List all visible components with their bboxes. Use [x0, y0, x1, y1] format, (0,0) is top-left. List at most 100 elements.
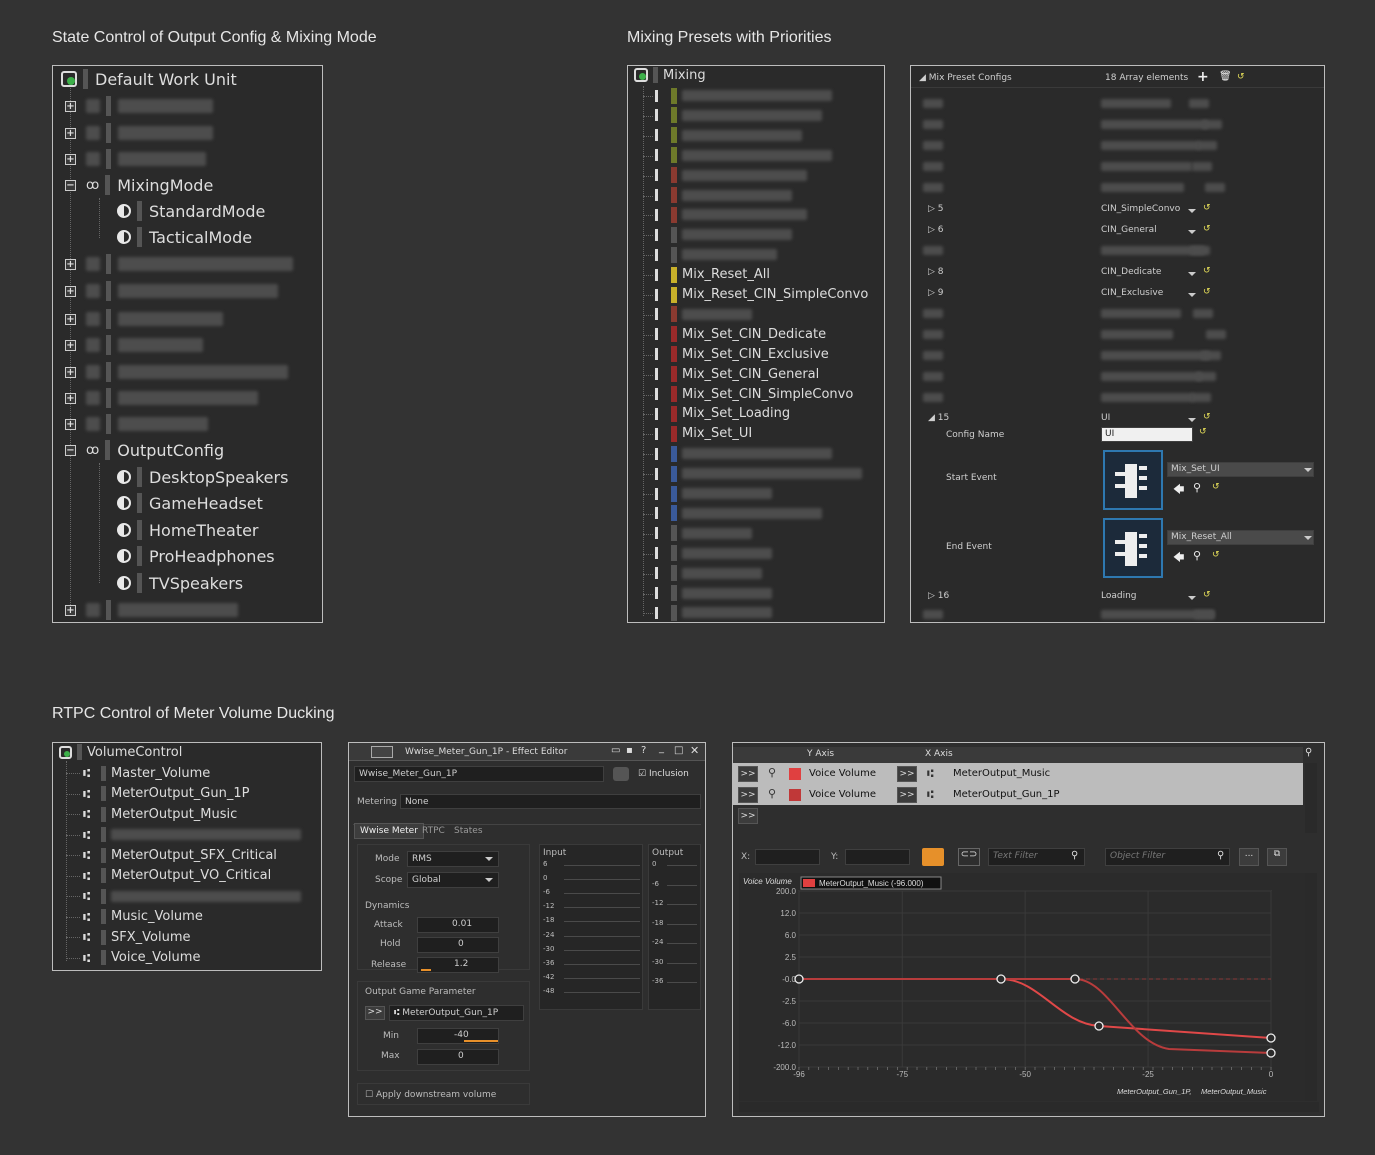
chevron-down-icon[interactable]	[1188, 272, 1196, 276]
mix-event-item-blurred[interactable]	[655, 205, 807, 224]
reset-icon[interactable]: ↺	[1203, 412, 1211, 422]
mix-event-item[interactable]: Mix_Set_Loading	[655, 404, 790, 423]
tree-item-state[interactable]: TVSpeakers	[117, 570, 243, 596]
mix-event-item-blurred[interactable]	[655, 245, 777, 264]
rtpc-item[interactable]: ⑆ MeterOutput_Gun_1P	[83, 784, 249, 804]
end-event-dropdown[interactable]: Mix_Reset_All	[1167, 530, 1314, 545]
array-index[interactable]: ◢ 15	[928, 413, 949, 423]
expand-button[interactable]: >>	[738, 787, 758, 803]
mix-event-item[interactable]: Mix_Set_CIN_SimpleConvo	[655, 385, 853, 404]
array-value[interactable]: CIN_SimpleConvo	[1101, 204, 1180, 214]
more-button[interactable]: ...	[1239, 848, 1259, 866]
inclusion-checkbox[interactable]: ☑ Inclusion	[638, 769, 689, 779]
curve-point[interactable]	[1070, 974, 1080, 984]
reset-icon[interactable]: ↺	[1212, 482, 1220, 492]
mix-event-item-blurred[interactable]	[655, 584, 772, 603]
mix-event-item-blurred[interactable]	[655, 225, 792, 244]
reset-icon[interactable]: ↺	[1212, 550, 1220, 560]
rtpc-item[interactable]: ⑆ SFX_Volume	[83, 927, 191, 947]
scrollbar-vertical[interactable]	[1305, 763, 1317, 833]
expand-button[interactable]: >>	[738, 766, 758, 782]
curve-point[interactable]	[1266, 1048, 1276, 1058]
tab-states[interactable]: States	[451, 825, 486, 837]
array-value[interactable]: CIN_Exclusive	[1101, 288, 1163, 298]
tree-item-state[interactable]: GameHeadset	[117, 490, 263, 516]
apply-downstream-checkbox[interactable]: ☐ Apply downstream volume	[365, 1090, 496, 1100]
tree-item[interactable]: +	[65, 332, 203, 358]
expand-button[interactable]: >>	[365, 1006, 385, 1020]
tree-item-state[interactable]: ProHeadphones	[117, 543, 275, 569]
save-icon[interactable]: ▪	[626, 745, 633, 756]
chevron-down-icon[interactable]	[1188, 596, 1196, 600]
array-index[interactable]: ▷ 9	[928, 288, 944, 298]
rtpc-item[interactable]: ⑆ MeterOutput_Music	[83, 804, 237, 824]
chevron-down-icon[interactable]	[1188, 293, 1196, 297]
mix-event-item-blurred[interactable]	[655, 166, 807, 185]
chevron-down-icon[interactable]	[1188, 230, 1196, 234]
y-axis-cell[interactable]: Voice Volume	[809, 789, 876, 800]
array-value[interactable]: CIN_General	[1101, 225, 1157, 235]
tree-root-volume-control[interactable]: VolumeControl	[59, 743, 182, 763]
rtpc-item[interactable]: ⑆ MeterOutput_SFX_Critical	[83, 845, 277, 865]
config-name-input[interactable]: UI	[1101, 427, 1193, 442]
tree-item[interactable]: +	[65, 306, 223, 332]
curve-graph[interactable]: 200.0 12.0 6.0 2.5 -0.0 -2.5 -6.0 -12.0 -200.0 -9…	[739, 873, 1305, 1101]
rtpc-item[interactable]: ⑆ Master_Volume	[83, 763, 210, 783]
reset-icon[interactable]: ↺	[1199, 427, 1207, 437]
tab-wwise-meter[interactable]: Wwise Meter	[354, 823, 424, 839]
chevron-down-icon[interactable]	[1188, 209, 1196, 213]
x-axis-cell[interactable]: MeterOutput_Gun_1P	[953, 789, 1060, 800]
scrollbar-horizontal[interactable]	[739, 1102, 1319, 1112]
array-value[interactable]: CIN_Dedicate	[1101, 267, 1161, 277]
select-icon[interactable]: ⧉	[1267, 848, 1287, 866]
reset-icon[interactable]: ↺	[1203, 224, 1211, 234]
object-filter-input[interactable]: Object Filter	[1105, 848, 1230, 866]
mix-event-item[interactable]: Mix_Reset_All	[655, 265, 770, 284]
array-index[interactable]: ▷ 16	[928, 591, 949, 601]
array-index[interactable]: ▷ 5	[928, 204, 944, 214]
browse-icon[interactable]: ⚲	[1193, 481, 1201, 494]
help-icon[interactable]: ?	[641, 745, 646, 756]
mix-event-item-blurred[interactable]	[655, 544, 772, 563]
hold-slider[interactable]: 0	[417, 937, 499, 953]
mix-event-item[interactable]: Mix_Set_UI	[655, 424, 752, 443]
array-index[interactable]: ▷ 6	[928, 225, 944, 235]
curve-point[interactable]	[794, 974, 804, 984]
tree-item-state[interactable]: TacticalMode	[117, 224, 252, 250]
mix-event-item-blurred[interactable]	[655, 146, 832, 165]
rtpc-item[interactable]: ⑆ MeterOutput_VO_Critical	[83, 866, 271, 886]
tree-item-output-config[interactable]: − ꝏ OutputConfig	[65, 437, 224, 463]
mix-event-item-blurred[interactable]	[655, 305, 752, 324]
folder-icon[interactable]: ▭	[611, 745, 620, 756]
tree-item-state[interactable]: DesktopSpeakers	[117, 464, 288, 490]
curve-point[interactable]	[996, 974, 1006, 984]
mix-event-item-blurred[interactable]	[655, 106, 822, 125]
browse-icon[interactable]: ⚲	[1193, 549, 1201, 562]
use-selected-icon[interactable]: 🡄	[1173, 549, 1184, 568]
link-icon[interactable]: ⊂⊃	[958, 848, 980, 866]
tree-item-mixing-mode[interactable]: − ꝏ MixingMode	[65, 172, 213, 198]
reset-icon[interactable]: ↺	[1203, 203, 1211, 213]
curve-point[interactable]	[1094, 1021, 1104, 1031]
search-icon[interactable]: ⚲	[1305, 747, 1312, 758]
tree-item[interactable]: +	[65, 411, 208, 437]
mix-event-item-blurred[interactable]	[655, 186, 792, 205]
mix-event-item-blurred[interactable]	[655, 444, 832, 463]
tree-item[interactable]: +	[65, 120, 213, 146]
mix-event-item-blurred[interactable]	[655, 484, 772, 503]
close-icon[interactable]: ✕	[690, 744, 699, 757]
rtpc-item-blurred[interactable]: ⑆	[83, 825, 301, 845]
metering-field[interactable]: None	[400, 794, 701, 809]
scrollbar-vertical[interactable]	[1305, 873, 1317, 1101]
tree-item-state[interactable]: StandardMode	[117, 198, 265, 224]
rtpc-item[interactable]: ⑆ Music_Volume	[83, 907, 203, 927]
array-value[interactable]: UI	[1101, 413, 1110, 423]
tree-item[interactable]: +	[65, 359, 288, 385]
mix-preset-header[interactable]: ◢ Mix Preset Configs	[919, 73, 1012, 83]
mix-event-item-blurred[interactable]	[655, 126, 802, 145]
rtpc-item[interactable]: ⑆ Voice_Volume	[83, 948, 200, 968]
delete-icon[interactable]: 🗑	[1219, 71, 1232, 82]
rtpc-item-blurred[interactable]: ⑆	[83, 886, 301, 906]
max-slider[interactable]: 0	[417, 1049, 499, 1065]
expand-button[interactable]: >>	[897, 787, 917, 803]
